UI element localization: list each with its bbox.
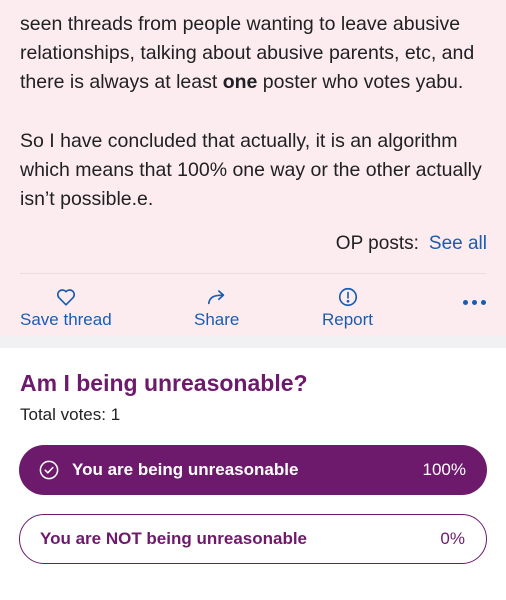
post-paragraph-2: So I have concluded that actually, it is… xyxy=(20,130,482,210)
divider xyxy=(20,273,486,274)
section-separator xyxy=(0,336,506,348)
see-all-link[interactable]: See all xyxy=(429,233,487,254)
share-button[interactable]: Share xyxy=(194,286,239,330)
poll-option-label: You are NOT being unreasonable xyxy=(40,529,308,548)
total-votes: Total votes: 1 xyxy=(20,405,121,424)
check-circle-icon xyxy=(39,460,59,480)
report-button[interactable]: Report xyxy=(322,286,373,330)
poll-option-percent: 100% xyxy=(422,460,466,479)
poll-option-percent: 0% xyxy=(440,529,465,548)
more-options-button[interactable] xyxy=(463,300,486,305)
share-icon xyxy=(207,290,224,305)
poll-option-yabu[interactable]: You are being unreasonable 100% xyxy=(19,445,487,495)
heart-icon xyxy=(56,289,75,306)
poll-option-yanbu[interactable]: You are NOT being unreasonable 0% xyxy=(19,514,487,564)
poll-option-label: You are being unreasonable xyxy=(72,460,299,479)
report-label: Report xyxy=(322,310,374,329)
save-thread-button[interactable]: Save thread xyxy=(20,286,112,330)
post-body: seen threads from people wanting to leav… xyxy=(0,0,506,336)
alert-circle-icon xyxy=(338,287,357,307)
poll-title: Am I being unreasonable? xyxy=(20,370,308,396)
bold-word: one xyxy=(222,71,258,93)
op-posts-label: OP posts: xyxy=(335,233,419,254)
save-thread-label: Save thread xyxy=(20,310,112,329)
op-posts: OP posts: See all xyxy=(336,230,487,258)
share-label: Share xyxy=(194,310,240,329)
ellipsis-icon xyxy=(463,300,468,305)
post-paragraph-1: seen threads from people wanting to leav… xyxy=(20,13,475,93)
post-text: seen threads from people wanting to leav… xyxy=(20,10,490,214)
